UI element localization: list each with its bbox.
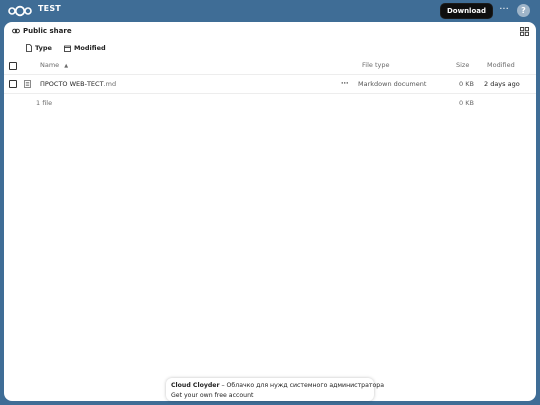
file-name[interactable]: ПРОСТО WEB-ТЕСТ.md xyxy=(40,80,116,88)
help-icon[interactable]: ? xyxy=(517,4,530,17)
files-panel: Public share Type Modified Name ▲ File t… xyxy=(4,22,536,401)
calendar-icon xyxy=(64,45,71,52)
sort-asc-icon: ▲ xyxy=(64,63,69,69)
link-icon xyxy=(12,28,20,34)
filter-bar: Type Modified xyxy=(26,44,118,52)
column-modified-header[interactable]: Modified xyxy=(487,61,515,69)
public-share-heading: Public share xyxy=(12,27,72,35)
column-file-type-header[interactable]: File type xyxy=(362,61,389,69)
table-row[interactable]: ПРОСТО WEB-ТЕСТ.md ··· Markdown document… xyxy=(4,75,536,94)
footer-banner: Cloud Cloyder – Облачко для нужд системн… xyxy=(166,378,384,401)
table-summary: 1 file 0 KB xyxy=(4,94,536,112)
table-header: Name ▲ File type Size Modified xyxy=(4,57,536,75)
public-share-label: Public share xyxy=(23,27,72,35)
footer-tagline: – Облачко для нужд системного администра… xyxy=(219,382,384,389)
more-options-icon[interactable]: ··· xyxy=(498,3,510,19)
row-checkbox[interactable] xyxy=(9,80,17,88)
filter-modified[interactable]: Modified xyxy=(64,44,106,52)
filter-type[interactable]: Type xyxy=(26,44,52,52)
footer-brand[interactable]: Cloud Cloyder xyxy=(171,382,220,389)
filter-type-label: Type xyxy=(35,44,52,52)
row-actions-icon[interactable]: ··· xyxy=(341,79,348,87)
file-size-cell: 0 KB xyxy=(459,80,474,88)
text-document-icon xyxy=(24,80,31,88)
nextcloud-logo-icon[interactable] xyxy=(8,5,32,17)
filter-modified-label: Modified xyxy=(73,44,106,52)
download-button[interactable]: Download xyxy=(440,3,493,19)
file-count: 1 file xyxy=(36,99,53,107)
file-icon xyxy=(26,44,32,52)
footer-signup-link[interactable]: Get your own free account xyxy=(171,391,369,401)
total-size: 0 KB xyxy=(459,99,474,107)
file-extension: .md xyxy=(103,80,117,88)
file-modified-cell: 2 days ago xyxy=(484,80,520,88)
file-type-cell: Markdown document xyxy=(358,80,427,88)
column-size-header[interactable]: Size xyxy=(456,61,469,69)
app-title: TEST xyxy=(38,4,61,13)
select-all-checkbox[interactable] xyxy=(9,62,17,70)
column-name-header[interactable]: Name ▲ xyxy=(40,61,68,69)
top-header: TEST Download ··· ? xyxy=(0,0,540,22)
grid-view-icon[interactable] xyxy=(520,27,529,36)
